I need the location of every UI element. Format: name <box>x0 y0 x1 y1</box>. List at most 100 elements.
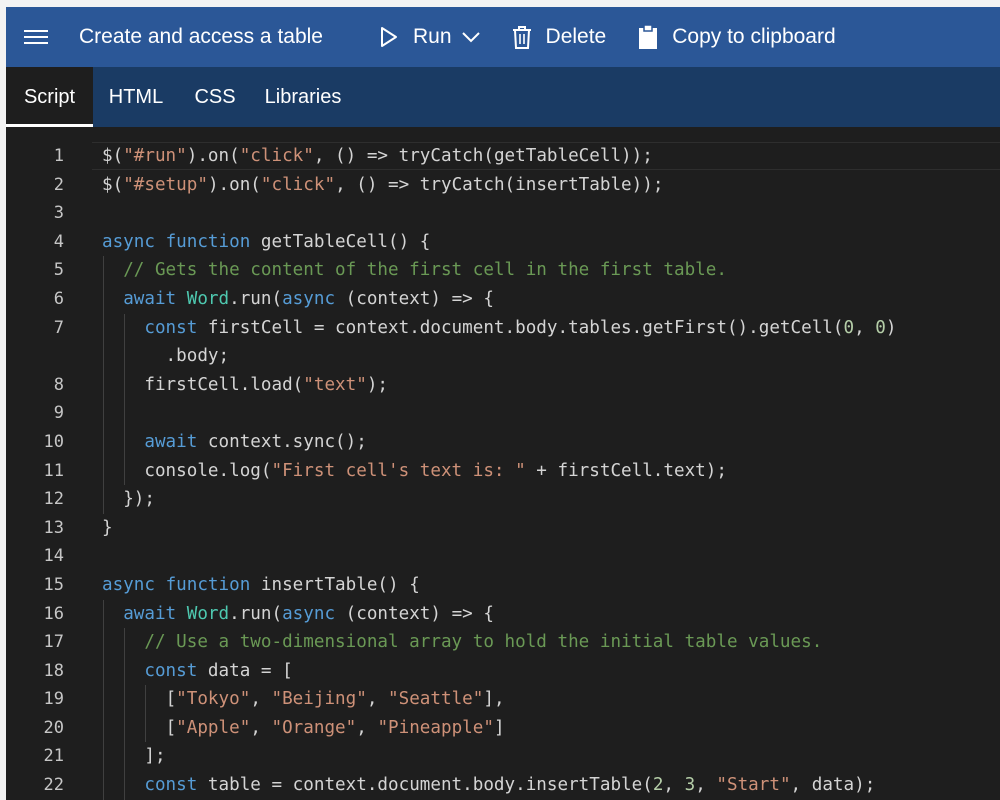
code-line[interactable]: const table = context.document.body.inse… <box>102 771 1000 800</box>
line-number: 13 <box>43 517 64 538</box>
code-line[interactable]: // Use a two-dimensional array to hold t… <box>102 628 1000 657</box>
code-line[interactable]: await Word.run(async (context) => { <box>102 599 1000 629</box>
indent-guide <box>124 427 126 457</box>
code-token: insertTable() { <box>250 574 420 595</box>
indent-guide <box>103 370 104 400</box>
code-line[interactable]: console.log("First cell's text is: " + f… <box>102 456 1000 486</box>
code-line[interactable]: }); <box>102 485 1000 514</box>
line-number: 10 <box>43 431 64 452</box>
line-number: 6 <box>53 288 64 309</box>
line-number: 9 <box>53 403 64 424</box>
indent-guide <box>103 742 104 772</box>
code-line[interactable]: async function getTableCell() { <box>102 228 1000 257</box>
code-line[interactable]: $("#run").on("click", () => tryCatch(get… <box>102 142 1000 171</box>
code-token: "text" <box>303 374 367 395</box>
code-token: getTableCell() { <box>250 231 431 252</box>
indent-guide <box>103 485 104 514</box>
code-token: Word <box>186 603 230 624</box>
run-button[interactable]: Run <box>377 7 480 67</box>
code-line[interactable]: await Word.run(async (context) => { <box>102 284 1000 314</box>
copy-to-clipboard-button[interactable]: Copy to clipboard <box>636 7 836 67</box>
code-token: "Orange" <box>271 717 357 738</box>
indent-guide <box>103 313 104 343</box>
code-token: "Beijing" <box>271 689 367 710</box>
line-number: 18 <box>43 660 64 681</box>
line-number: 4 <box>53 231 64 252</box>
hamburger-menu-icon[interactable] <box>6 7 66 67</box>
code-line[interactable]: ["Tokyo", "Beijing", "Seattle"], <box>102 685 1000 714</box>
code-editor[interactable]: 1 2 3 4 5 6 7 8 9 10 11 12 13 14 15 16 17 18 19 20 21 22 $("#… <box>6 127 1000 800</box>
code-token: + firstCell.text); <box>525 460 727 481</box>
line-number: 17 <box>43 632 64 653</box>
indent-guide <box>124 456 126 486</box>
code-token: await <box>123 288 177 309</box>
line-number: 14 <box>43 546 64 567</box>
code-token: function <box>165 231 251 252</box>
code-token: 0 <box>843 317 855 338</box>
indent-guide <box>103 342 104 371</box>
code-token: , <box>366 689 389 710</box>
tab-script[interactable]: Script <box>6 67 93 127</box>
indent-guide <box>124 342 126 371</box>
code-token: 0 <box>875 317 886 338</box>
indent-guide <box>124 399 126 428</box>
code-line[interactable] <box>102 199 1000 228</box>
code-token: await <box>144 431 198 452</box>
code-token: ); <box>366 374 389 395</box>
code-token: .body; <box>144 346 230 367</box>
indent-guide <box>124 370 126 400</box>
tab-libraries[interactable]: Libraries <box>251 67 355 127</box>
code-token: const <box>144 775 198 796</box>
code-token: "click" <box>239 146 314 166</box>
chevron-down-icon[interactable] <box>461 31 480 43</box>
code-line[interactable]: const firstCell = context.document.body.… <box>102 313 1000 343</box>
code-line[interactable]: firstCell.load("text"); <box>102 370 1000 400</box>
delete-button[interactable]: Delete <box>510 7 606 67</box>
code-line[interactable] <box>102 399 1000 428</box>
code-line[interactable]: .body; <box>102 342 1000 371</box>
code-line[interactable] <box>102 542 1000 571</box>
line-number: 20 <box>43 717 64 738</box>
line-number: 21 <box>43 746 64 767</box>
code-token: ).on( <box>207 174 261 195</box>
tab-html[interactable]: HTML <box>93 67 179 127</box>
line-number: 11 <box>43 460 64 481</box>
code-content[interactable]: $("#run").on("click", () => tryCatch(get… <box>102 142 1000 800</box>
line-number <box>6 342 64 371</box>
code-line[interactable]: await context.sync(); <box>102 427 1000 457</box>
indent-guide <box>124 656 126 686</box>
code-line[interactable]: const data = [ <box>102 656 1000 686</box>
code-token: firstCell = context.document.body.tables… <box>197 317 844 338</box>
code-line[interactable]: ]; <box>102 742 1000 772</box>
run-label: Run <box>413 25 452 48</box>
code-line[interactable]: } <box>102 514 1000 543</box>
code-line[interactable]: // Gets the content of the first cell in… <box>102 256 1000 285</box>
code-token: }); <box>123 489 155 510</box>
line-number: 2 <box>53 174 64 195</box>
line-number: 7 <box>53 317 64 338</box>
code-token: $( <box>102 146 124 166</box>
tab-css[interactable]: CSS <box>179 67 251 127</box>
indent-guide <box>124 313 126 343</box>
code-line[interactable]: $("#setup").on("click", () => tryCatch(i… <box>102 171 1000 200</box>
line-number: 15 <box>43 574 64 595</box>
code-line[interactable]: ["Apple", "Orange", "Pineapple"] <box>102 713 1000 743</box>
code-token: "Tokyo" <box>176 689 251 710</box>
indent-guide <box>103 399 104 428</box>
code-token: "Seattle" <box>388 689 484 710</box>
code-line[interactable]: async function insertTable() { <box>102 571 1000 600</box>
code-token: "Pineapple" <box>377 717 494 738</box>
code-token: 2 <box>652 775 664 796</box>
line-number: 3 <box>53 203 64 224</box>
code-token: console.log( <box>144 460 272 481</box>
indent-guide <box>103 456 104 486</box>
code-token: table = context.document.body.insertTabl… <box>197 775 653 796</box>
clipboard-icon <box>636 23 660 51</box>
code-token: // Use a two-dimensional array to hold t… <box>144 632 823 653</box>
indent-guide <box>124 742 126 772</box>
code-token: "First cell's text is: " <box>271 460 526 481</box>
